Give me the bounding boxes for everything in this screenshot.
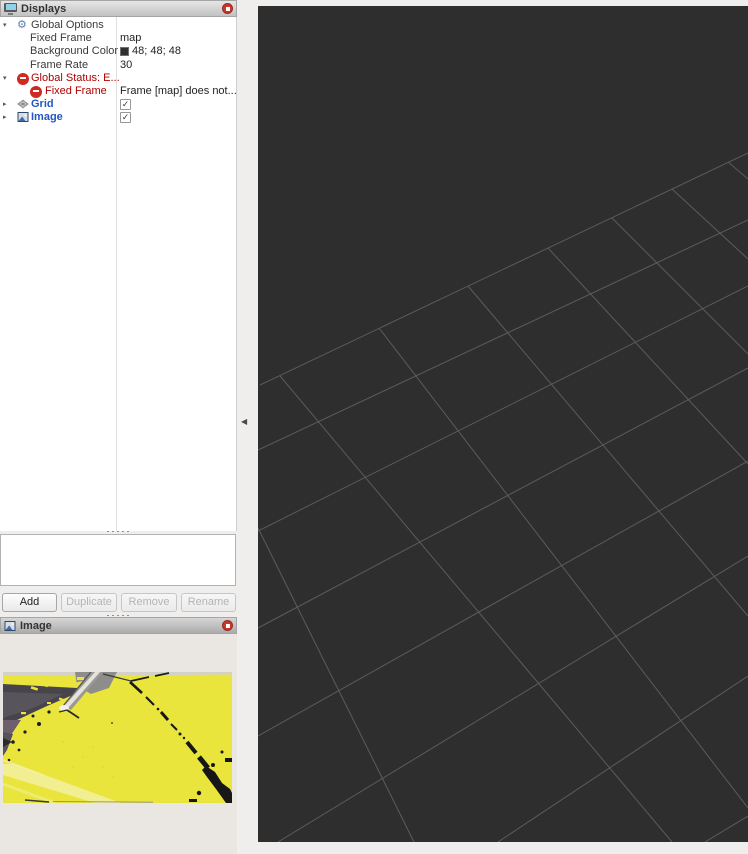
render-viewport-3d[interactable] bbox=[258, 6, 748, 842]
displays-tree: ▾⚙Global OptionsFixed FramemapBackground… bbox=[0, 17, 237, 531]
property-label: Fixed Frame bbox=[30, 32, 92, 45]
expander-closed-icon[interactable]: ▸ bbox=[3, 111, 7, 124]
property-label: Image bbox=[31, 111, 63, 124]
grid-line bbox=[258, 528, 414, 842]
grid-line bbox=[548, 248, 748, 464]
expander-closed-icon[interactable]: ▸ bbox=[3, 98, 7, 111]
grid-icon bbox=[17, 98, 29, 110]
grid-line bbox=[258, 220, 748, 450]
camera-image bbox=[3, 672, 232, 803]
error-icon bbox=[30, 86, 42, 98]
collapse-panel-icon[interactable]: ◀ bbox=[241, 418, 247, 426]
tree-row-background-color[interactable]: Background Color 48; 48; 48 bbox=[0, 45, 236, 58]
property-value[interactable]: 48; 48; 48 bbox=[120, 45, 181, 58]
image-panel-title: Image bbox=[20, 620, 218, 632]
image-panel-icon bbox=[4, 620, 16, 632]
tree-row-grid[interactable]: ▸ Grid ✓ bbox=[0, 98, 236, 111]
property-value[interactable]: ✓ bbox=[120, 111, 131, 123]
property-value[interactable]: ✓ bbox=[120, 98, 131, 110]
display-description-box bbox=[0, 534, 236, 586]
property-value[interactable]: 30 bbox=[120, 59, 132, 72]
image-panel-content bbox=[0, 634, 237, 854]
grid-line bbox=[728, 162, 748, 179]
tree-row-global-options[interactable]: ▾ ⚙Global Options bbox=[0, 19, 236, 32]
value-text: 30 bbox=[120, 59, 132, 72]
expander-open-icon[interactable]: ▾ bbox=[3, 19, 7, 32]
property-value[interactable]: Frame [map] does not... bbox=[120, 85, 237, 98]
grid-line bbox=[468, 286, 748, 616]
tree-row-fixed-frame-error[interactable]: Fixed Frame Frame [map] does not... bbox=[0, 85, 236, 98]
property-label: Global Options bbox=[31, 19, 104, 32]
tree-row-frame-rate[interactable]: Frame Rate 30 bbox=[0, 59, 236, 72]
error-icon bbox=[17, 73, 29, 85]
grid-line bbox=[280, 376, 672, 842]
enabled-checkbox[interactable]: ✓ bbox=[120, 99, 131, 110]
value-text: map bbox=[120, 32, 141, 45]
property-label: Grid bbox=[31, 98, 54, 111]
remove-button[interactable]: Remove bbox=[121, 593, 177, 612]
property-label: Background Color bbox=[30, 45, 118, 58]
grid-line bbox=[258, 461, 748, 736]
image-close-icon[interactable] bbox=[222, 620, 233, 631]
gear-icon: ⚙ bbox=[17, 19, 29, 31]
displays-close-icon[interactable] bbox=[222, 3, 233, 14]
displays-panel-header: Displays bbox=[0, 0, 237, 17]
enabled-checkbox[interactable]: ✓ bbox=[120, 112, 131, 123]
property-label: Frame Rate bbox=[30, 59, 88, 72]
grid-line bbox=[672, 189, 748, 259]
tree-row-global-status[interactable]: ▾ Global Status: E... bbox=[0, 72, 236, 85]
expander-open-icon[interactable]: ▾ bbox=[3, 72, 7, 85]
grid-line bbox=[258, 368, 748, 628]
displays-panel-icon bbox=[4, 3, 17, 15]
value-text: Frame [map] does not... bbox=[120, 85, 237, 98]
rename-button[interactable]: Rename bbox=[181, 593, 236, 612]
grid-line bbox=[612, 218, 748, 354]
grid-3d bbox=[258, 6, 748, 842]
image-panel-header: Image bbox=[0, 617, 237, 634]
property-label: Global Status: E... bbox=[31, 72, 120, 85]
tree-row-fixed-frame[interactable]: Fixed Frame map bbox=[0, 32, 236, 45]
property-value[interactable]: map bbox=[120, 32, 141, 45]
color-swatch bbox=[120, 47, 129, 56]
tree-row-image[interactable]: ▸ Image ✓ bbox=[0, 111, 236, 124]
panel-splitter-handle[interactable] bbox=[104, 530, 132, 533]
add-button[interactable]: Add bbox=[2, 593, 57, 612]
grid-line bbox=[379, 328, 748, 808]
image-icon bbox=[17, 111, 29, 123]
value-text: 48; 48; 48 bbox=[132, 45, 181, 58]
grid-line bbox=[278, 556, 748, 842]
duplicate-button[interactable]: Duplicate bbox=[61, 593, 117, 612]
property-label: Fixed Frame bbox=[45, 85, 107, 98]
grid-line bbox=[705, 816, 748, 842]
displays-panel-title: Displays bbox=[21, 3, 218, 15]
grid-line bbox=[260, 153, 748, 385]
grid-line bbox=[258, 286, 748, 531]
